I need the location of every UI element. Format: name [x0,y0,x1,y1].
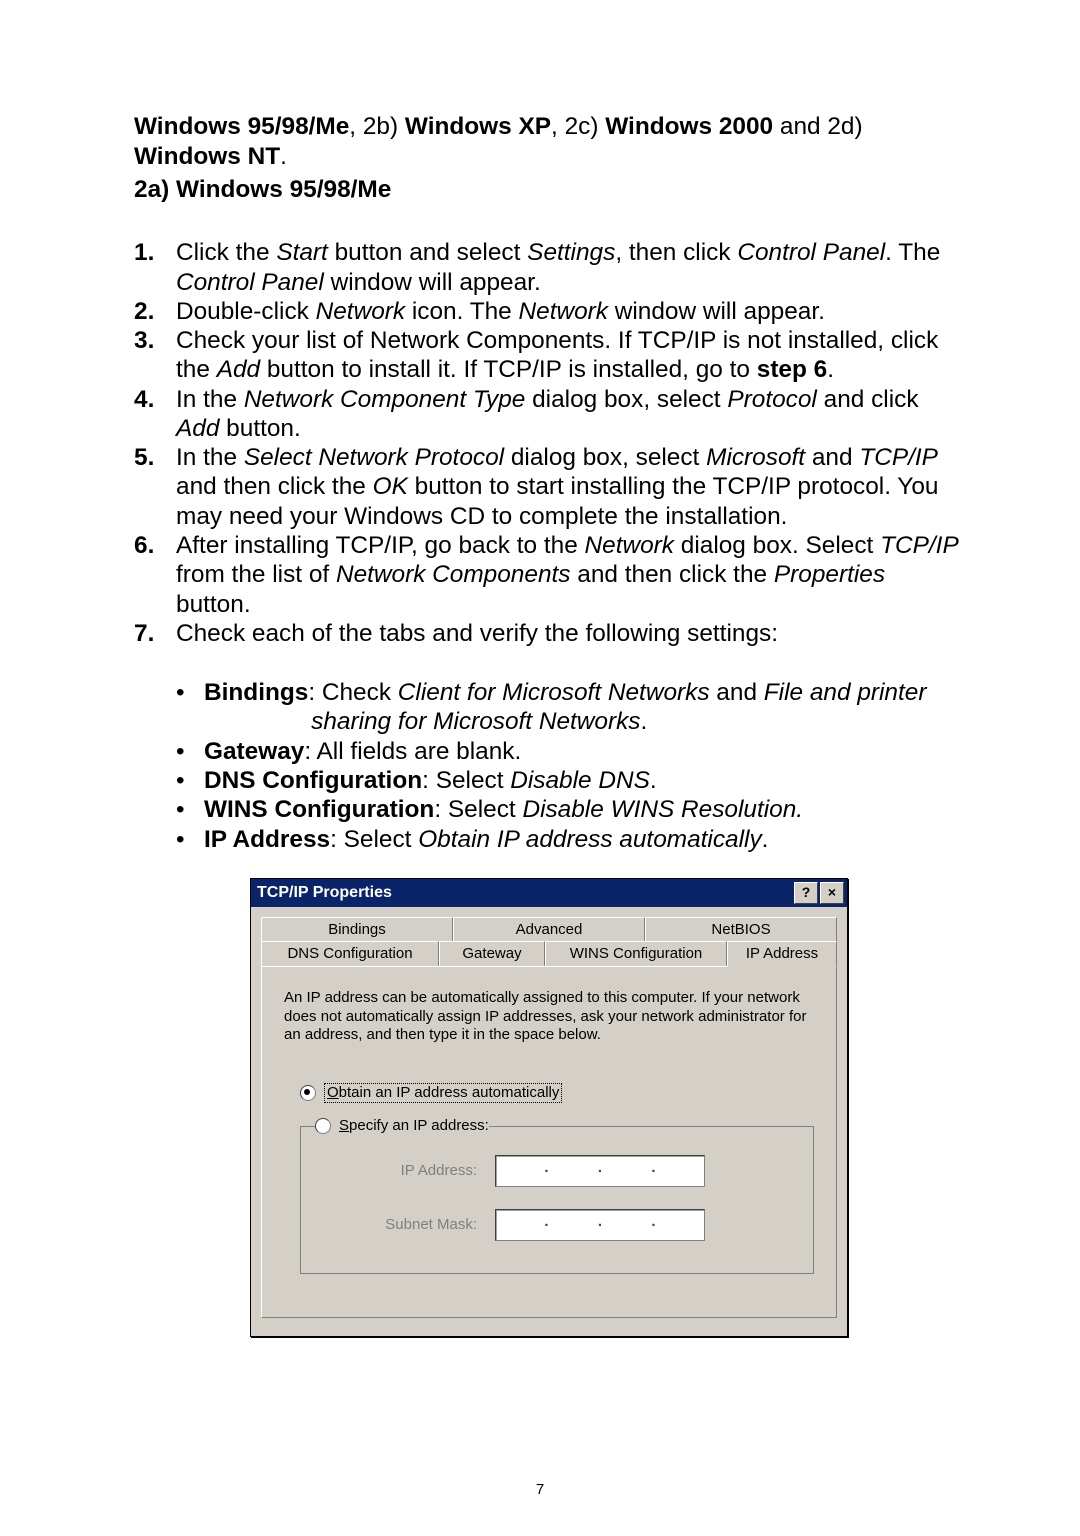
section-heading: 2a) Windows 95/98/Me [134,175,962,204]
step-number: 4. [134,385,176,444]
radio-obtain-input[interactable] [300,1085,316,1101]
step-text: Click the Start button and select Settin… [176,238,962,297]
bullet-dot: • [176,678,204,737]
step-text: Check your list of Network Components. I… [176,326,962,385]
step-item: 5.In the Select Network Protocol dialog … [134,443,962,531]
bullet-dot: • [176,825,204,854]
bullets-list: •Bindings: Check Client for Microsoft Ne… [134,678,962,854]
step-text: Check each of the tabs and verify the fo… [176,619,962,648]
step-item: 6.After installing TCP/IP, go back to th… [134,531,962,619]
step-number: 7. [134,619,176,648]
bullet-text: Bindings: Check Client for Microsoft Net… [204,678,962,737]
tab-bindings[interactable]: Bindings [261,917,453,942]
dialog-title: TCP/IP Properties [257,883,392,902]
intro-line: Windows 95/98/Me, 2b) Windows XP, 2c) Wi… [134,112,962,171]
bullet-item: •DNS Configuration: Select Disable DNS. [176,766,962,795]
step-text: In the Select Network Protocol dialog bo… [176,443,962,531]
help-button[interactable]: ? [794,882,818,904]
specify-group: Specify an IP address: IP Address: . . . [300,1117,814,1274]
step-item: 3.Check your list of Network Components.… [134,326,962,385]
bullet-item: •IP Address: Select Obtain IP address au… [176,825,962,854]
bullet-item: •WINS Configuration: Select Disable WINS… [176,795,962,824]
radio-obtain-label: Obtain an IP address automatically [324,1083,562,1103]
tab-ipaddress[interactable]: IP Address [727,941,837,967]
radio-specify-label: Specify an IP address: [339,1117,489,1135]
radio-specify-input[interactable] [315,1118,331,1134]
tab-wins[interactable]: WINS Configuration [545,941,727,966]
bullet-text: WINS Configuration: Select Disable WINS … [204,795,962,824]
radio-specify[interactable]: Specify an IP address: [315,1117,489,1135]
dialog-titlebar: TCP/IP Properties ? × [251,879,847,907]
ip-address-input[interactable]: . . . [495,1155,705,1187]
tab-description: An IP address can be automatically assig… [284,989,814,1045]
steps-list: 1.Click the Start button and select Sett… [134,238,962,648]
close-button[interactable]: × [820,882,844,904]
step-item: 1.Click the Start button and select Sett… [134,238,962,297]
step-item: 2.Double-click Network icon. The Network… [134,297,962,326]
bullet-item: •Bindings: Check Client for Microsoft Ne… [176,678,962,737]
tabs-row-bottom: DNS Configuration Gateway WINS Configura… [261,941,837,966]
tab-gateway[interactable]: Gateway [439,941,545,966]
bullet-dot: • [176,737,204,766]
bullet-dot: • [176,766,204,795]
bullet-text: IP Address: Select Obtain IP address aut… [204,825,962,854]
step-item: 4.In the Network Component Type dialog b… [134,385,962,444]
bullet-text: DNS Configuration: Select Disable DNS. [204,766,962,795]
bullet-text: Gateway: All fields are blank. [204,737,962,766]
step-item: 7.Check each of the tabs and verify the … [134,619,962,648]
tcpip-dialog: TCP/IP Properties ? × Bindings Advanced … [250,878,848,1337]
tab-advanced[interactable]: Advanced [453,917,645,942]
step-text: Double-click Network icon. The Network w… [176,297,962,326]
radio-obtain[interactable]: Obtain an IP address automatically [300,1083,814,1103]
step-number: 6. [134,531,176,619]
subnet-mask-input[interactable]: . . . [495,1209,705,1241]
tabs-row-top: Bindings Advanced NetBIOS [261,917,837,942]
subnet-mask-label: Subnet Mask: [347,1216,477,1234]
tab-netbios[interactable]: NetBIOS [645,917,837,942]
step-number: 3. [134,326,176,385]
bullet-item: •Gateway: All fields are blank. [176,737,962,766]
page-number: 7 [0,1481,1080,1498]
tab-dns[interactable]: DNS Configuration [261,941,439,966]
bullet-dot: • [176,795,204,824]
step-number: 5. [134,443,176,531]
step-text: After installing TCP/IP, go back to the … [176,531,962,619]
step-number: 1. [134,238,176,297]
step-text: In the Network Component Type dialog box… [176,385,962,444]
tab-content: An IP address can be automatically assig… [261,966,837,1318]
ip-address-label: IP Address: [347,1162,477,1180]
step-number: 2. [134,297,176,326]
